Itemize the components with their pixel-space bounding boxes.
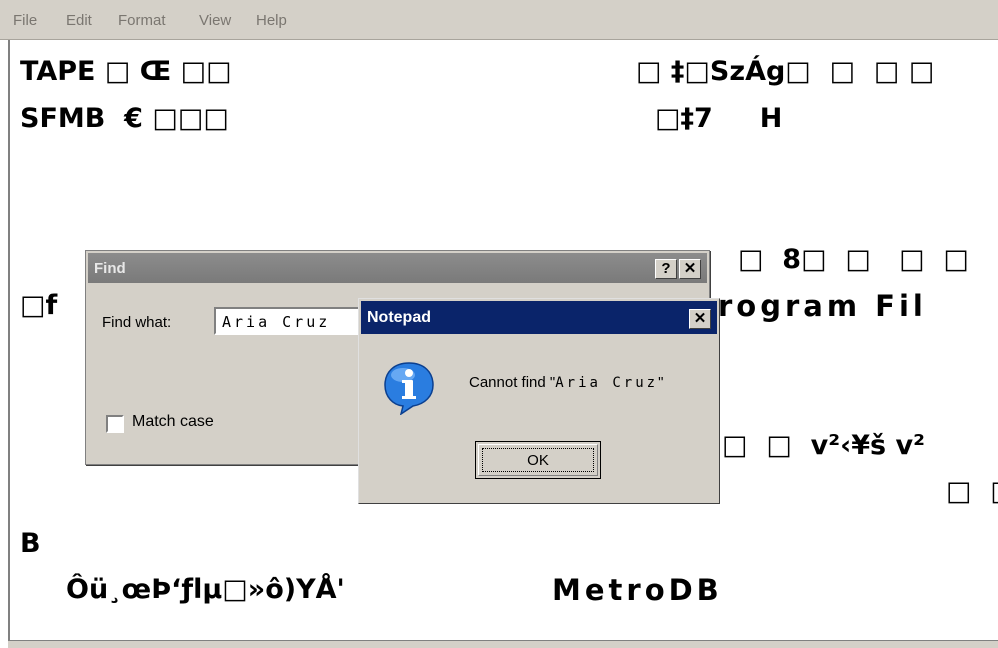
menu-file[interactable]: File [13, 12, 37, 29]
find-dialog-title: Find [94, 260, 126, 277]
message-box-titlebar[interactable]: Notepad ✕ [361, 301, 717, 334]
editor-line-5: I□ □ v²‹¥š v² [712, 430, 925, 461]
editor-line-3: □ 8□ □ □ □ [738, 244, 969, 275]
menu-format[interactable]: Format [118, 12, 166, 29]
menu-help[interactable]: Help [256, 12, 287, 29]
message-query: Aria Cruz [555, 375, 659, 391]
find-what-label: Find what: [102, 314, 172, 331]
message-box-title: Notepad [367, 309, 431, 326]
menu-edit[interactable]: Edit [66, 12, 92, 29]
ok-button[interactable]: OK [475, 441, 601, 479]
menu-bar: File Edit Format View Help [0, 0, 998, 40]
message-text: Cannot find "Aria Cruz" [469, 374, 663, 391]
find-dialog-titlebar[interactable]: Find ? ✕ [88, 253, 707, 283]
editor-line-2b: □‡7 H [655, 103, 783, 134]
find-close-button[interactable]: ✕ [679, 259, 701, 279]
editor-line-2a: SFMB € □□□ [20, 103, 229, 134]
message-close-button[interactable]: ✕ [689, 309, 711, 329]
menu-view[interactable]: View [199, 12, 231, 29]
help-button[interactable]: ? [655, 259, 677, 279]
ok-button-label: OK [527, 452, 549, 469]
editor-line-6: □ □ [946, 476, 998, 507]
match-case-checkbox[interactable] [106, 415, 124, 433]
match-case-label[interactable]: Match case [132, 413, 214, 431]
editor-line-8a: Ôü¸œÞ‘ƒlµ□»ô)YÅ' [66, 574, 345, 605]
editor-line-4a: □f [20, 290, 58, 321]
editor-line-7: B [20, 528, 41, 559]
message-suffix: " [658, 374, 664, 391]
editor-line-1a: TAPE □ Œ □□ [20, 56, 232, 87]
editor-line-8b: MetroDB [552, 573, 723, 607]
message-prefix: Cannot find " [469, 374, 556, 391]
notepad-message-box: Notepad ✕ Cannot find "Aria Cruz" OK [358, 298, 720, 504]
editor-line-4b: rogram Fil [718, 289, 927, 323]
info-icon [384, 362, 434, 415]
editor-line-1b: □ ‡□SzÁg□ □ □ □ [636, 56, 935, 87]
